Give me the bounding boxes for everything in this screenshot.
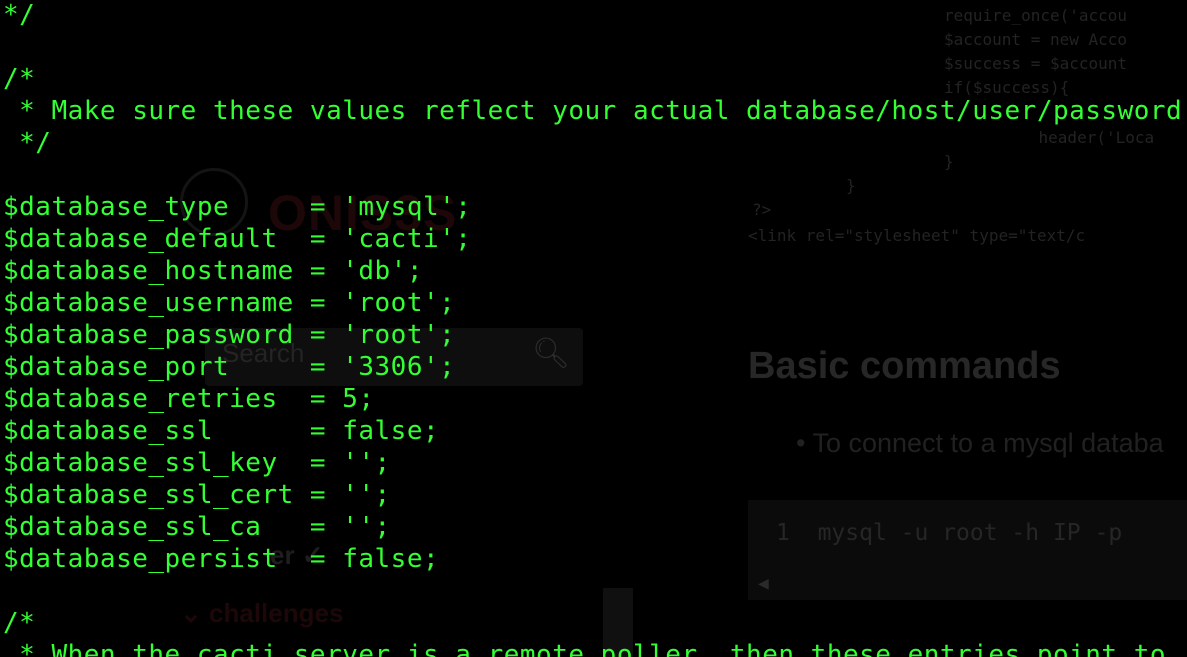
terminal-line: */ xyxy=(3,128,52,158)
terminal-line: /* xyxy=(3,64,36,94)
terminal-line: $database_default = 'cacti'; xyxy=(3,224,472,254)
terminal-line: $database_username = 'root'; xyxy=(3,288,456,318)
terminal-line: /* xyxy=(3,608,36,638)
terminal-line: $database_ssl_ca = ''; xyxy=(3,512,391,542)
terminal-output[interactable]: */ /* * Make sure these values reflect y… xyxy=(3,0,1182,657)
terminal-window[interactable]: require_once('accou $account = new Acco … xyxy=(0,0,1187,657)
terminal-line: * Make sure these values reflect your ac… xyxy=(3,96,1183,126)
terminal-line: $database_persist = false; xyxy=(3,544,440,574)
terminal-line: */ xyxy=(3,0,36,30)
terminal-line: * When the cacti server is a remote poll… xyxy=(3,640,1167,657)
terminal-line: $database_ssl = false; xyxy=(3,416,440,446)
terminal-line: $database_hostname = 'db'; xyxy=(3,256,423,286)
terminal-line: $database_password = 'root'; xyxy=(3,320,456,350)
terminal-line: $database_port = '3306'; xyxy=(3,352,456,382)
terminal-line: $database_retries = 5; xyxy=(3,384,375,414)
terminal-line: $database_type = 'mysql'; xyxy=(3,192,472,222)
terminal-line: $database_ssl_cert = ''; xyxy=(3,480,391,510)
terminal-line: $database_ssl_key = ''; xyxy=(3,448,391,478)
